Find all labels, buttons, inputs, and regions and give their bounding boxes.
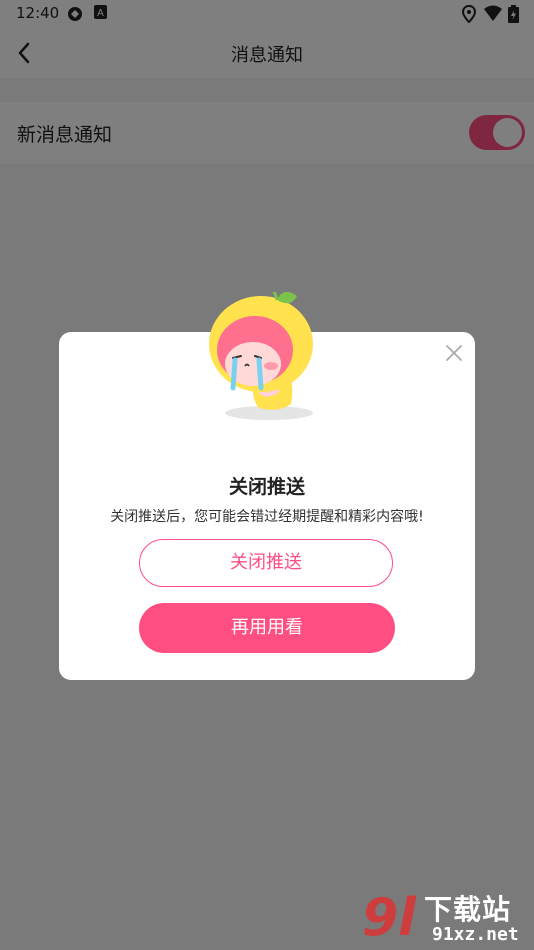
keep-using-button[interactable]: 再用用看	[139, 603, 395, 653]
watermark-url: 91xz.net	[432, 924, 519, 945]
crying-mascot-icon	[209, 292, 313, 420]
close-push-dialog: 关闭推送 关闭推送后，您可能会错过经期提醒和精彩内容哦! 关闭推送 再用用看	[59, 292, 475, 680]
close-icon[interactable]	[445, 344, 463, 362]
watermark-logo: 9l	[362, 888, 417, 948]
dialog-message: 关闭推送后，您可能会错过经期提醒和精彩内容哦!	[110, 509, 424, 525]
close-push-button[interactable]: 关闭推送	[139, 539, 393, 587]
watermark-title: 下载站	[424, 893, 512, 926]
dialog-title: 关闭推送	[228, 476, 305, 498]
site-watermark: 9l 下载站 91xz.net	[362, 888, 532, 948]
